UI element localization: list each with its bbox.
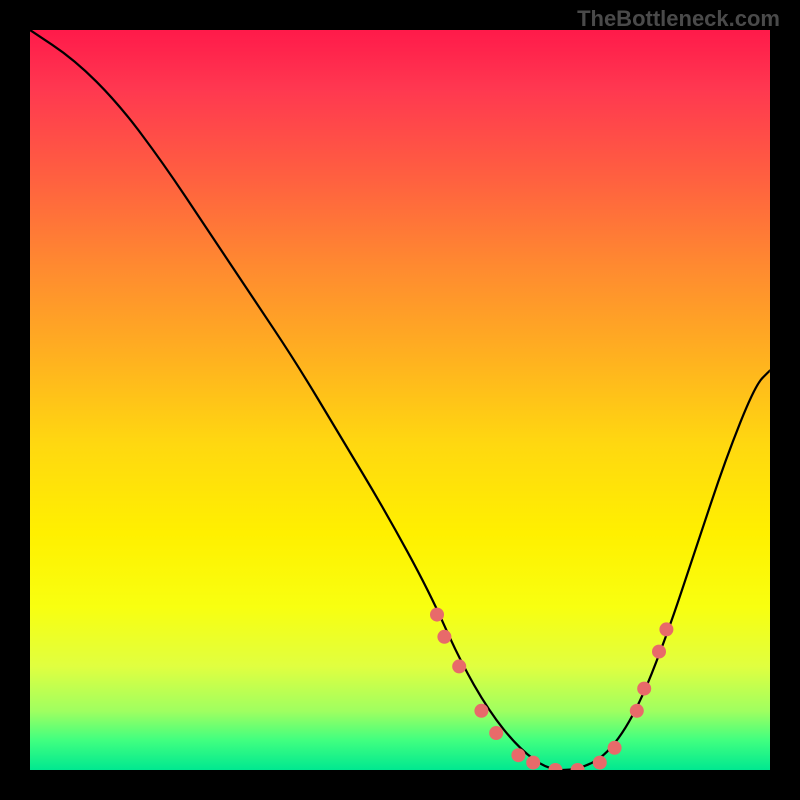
data-point [652, 645, 666, 659]
data-point [474, 704, 488, 718]
data-point [659, 622, 673, 636]
data-point [526, 756, 540, 770]
data-point [593, 756, 607, 770]
marker-points [430, 608, 673, 770]
plot-area [30, 30, 770, 770]
bottleneck-curve [30, 30, 770, 770]
data-point [548, 763, 562, 770]
data-point [608, 741, 622, 755]
data-point [437, 630, 451, 644]
curve-svg [30, 30, 770, 770]
data-point [630, 704, 644, 718]
data-point [452, 659, 466, 673]
watermark-text: TheBottleneck.com [577, 6, 780, 32]
data-point [489, 726, 503, 740]
chart-container: TheBottleneck.com [0, 0, 800, 800]
data-point [571, 763, 585, 770]
data-point [511, 748, 525, 762]
data-point [637, 682, 651, 696]
data-point [430, 608, 444, 622]
